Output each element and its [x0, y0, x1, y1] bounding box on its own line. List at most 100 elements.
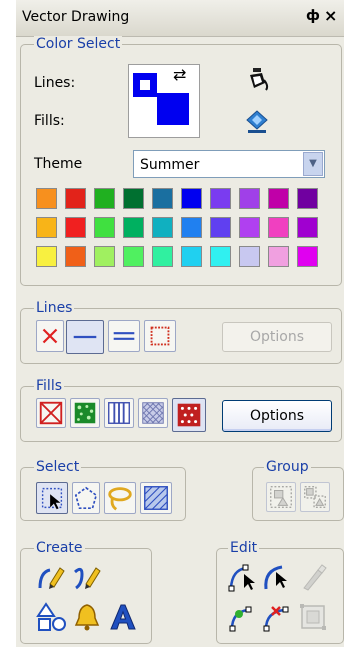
reshape-button[interactable] — [262, 562, 292, 592]
palette-swatch[interactable] — [210, 217, 231, 238]
fills-options-button[interactable]: Options — [222, 400, 332, 432]
palette-swatch[interactable] — [239, 246, 260, 267]
ungroup-icon — [304, 486, 326, 508]
no-line-button[interactable] — [36, 320, 64, 352]
insert-text-button[interactable] — [108, 602, 138, 632]
palette-swatch[interactable] — [123, 246, 144, 267]
no-fill-button[interactable] — [36, 398, 66, 428]
solid-line-icon — [73, 335, 97, 339]
palette-swatch[interactable] — [152, 246, 173, 267]
pattern-fill-button[interactable] — [138, 398, 168, 428]
palette-swatch[interactable] — [65, 217, 86, 238]
palette-swatch[interactable] — [297, 246, 318, 267]
pin-icon[interactable]: ф — [306, 8, 320, 24]
edit-points-icon — [228, 564, 255, 592]
palette-swatch[interactable] — [181, 217, 202, 238]
create-legend: Create — [34, 540, 85, 556]
palette-swatch[interactable] — [181, 246, 202, 267]
freehand-pencil-icon — [74, 567, 101, 590]
green-texture-icon — [74, 402, 96, 424]
palette-swatch[interactable] — [123, 188, 144, 209]
red-dots-pattern-icon — [177, 403, 201, 427]
group-legend: Group — [264, 459, 311, 475]
palette-swatch[interactable] — [36, 246, 57, 267]
line-color-swatch[interactable] — [133, 73, 157, 97]
select-rectangle-button[interactable] — [36, 482, 68, 514]
palette-swatch[interactable] — [239, 217, 260, 238]
edit-points-button[interactable] — [228, 562, 258, 592]
shapes-icon — [36, 602, 66, 631]
palette-swatch[interactable] — [268, 217, 289, 238]
select-all-button[interactable] — [140, 482, 172, 514]
solid-line-button[interactable] — [66, 320, 104, 354]
palette-swatch[interactable] — [123, 217, 144, 238]
swap-colors-icon[interactable]: ⇄ — [173, 67, 186, 83]
select-all-icon — [144, 486, 168, 510]
draw-shapes-button[interactable] — [36, 602, 68, 634]
delete-point-icon — [263, 606, 289, 632]
palette-swatch[interactable] — [36, 188, 57, 209]
dotted-border-icon — [150, 326, 170, 346]
line-color-picker-icon[interactable] — [244, 66, 270, 92]
texture-fill-button[interactable] — [70, 398, 100, 428]
palette-swatch[interactable] — [65, 246, 86, 267]
reshape-curve-icon — [264, 565, 287, 590]
palette-swatch[interactable] — [268, 188, 289, 209]
double-line-button[interactable] — [108, 320, 140, 352]
theme-select[interactable]: Summer ▼ — [133, 150, 325, 178]
insert-clipart-button[interactable] — [72, 602, 102, 632]
palette-swatch[interactable] — [297, 188, 318, 209]
palette-swatch[interactable] — [268, 246, 289, 267]
dots-fill-button[interactable] — [172, 398, 206, 432]
vertical-hatch-icon — [108, 402, 130, 424]
palette-swatch[interactable] — [152, 188, 173, 209]
double-line-icon — [113, 332, 135, 340]
theme-label: Theme — [34, 156, 83, 172]
chevron-down-icon[interactable]: ▼ — [303, 152, 323, 176]
palette-swatch[interactable] — [94, 188, 115, 209]
delete-point-button[interactable] — [262, 602, 292, 632]
palette-swatch[interactable] — [210, 246, 231, 267]
add-point-button[interactable] — [228, 602, 258, 632]
fills-label: Fills: — [34, 113, 65, 129]
polygon-select-icon — [74, 486, 98, 510]
palette-swatch[interactable] — [94, 217, 115, 238]
lines-options-button[interactable]: Options — [222, 322, 332, 352]
palette-swatch[interactable] — [36, 217, 57, 238]
palette-swatch[interactable] — [297, 217, 318, 238]
lines-legend: Lines — [34, 300, 75, 316]
select-polygon-button[interactable] — [72, 482, 100, 514]
transform-button[interactable] — [298, 602, 328, 632]
palette-swatch[interactable] — [210, 188, 231, 209]
group-objects-button[interactable] — [266, 482, 296, 512]
eraser-button[interactable] — [298, 562, 328, 592]
crosshatch-pattern-icon — [142, 402, 164, 424]
transform-disabled-icon — [300, 604, 326, 630]
draw-freehand-button[interactable] — [72, 562, 102, 592]
color-select-legend: Color Select — [34, 36, 123, 52]
palette-swatch[interactable] — [152, 217, 173, 238]
palette-swatch[interactable] — [239, 188, 260, 209]
select-lasso-button[interactable] — [104, 482, 136, 514]
theme-selected-value: Summer — [140, 157, 200, 173]
title-bar: Vector Drawing ф × — [16, 0, 344, 37]
fill-color-picker-icon[interactable] — [244, 108, 270, 134]
no-fill-icon — [39, 401, 63, 425]
palette-swatch[interactable] — [65, 188, 86, 209]
lines-label: Lines: — [34, 75, 76, 91]
draw-curve-button[interactable] — [36, 562, 66, 592]
select-legend: Select — [34, 459, 82, 475]
pen-disabled-icon — [303, 564, 327, 591]
ungroup-objects-button[interactable] — [300, 482, 330, 512]
fill-color-swatch[interactable] — [157, 93, 189, 125]
lasso-select-icon — [108, 487, 132, 511]
add-point-icon — [229, 606, 252, 632]
panel-title: Vector Drawing — [22, 9, 130, 25]
curve-pencil-icon — [38, 567, 65, 589]
pattern-line-button[interactable] — [144, 320, 176, 352]
hatch-fill-button[interactable] — [104, 398, 134, 428]
palette-swatch[interactable] — [181, 188, 202, 209]
close-icon[interactable]: × — [324, 6, 337, 25]
palette-swatch[interactable] — [94, 246, 115, 267]
color-indicator[interactable]: ⇄ — [128, 64, 200, 138]
